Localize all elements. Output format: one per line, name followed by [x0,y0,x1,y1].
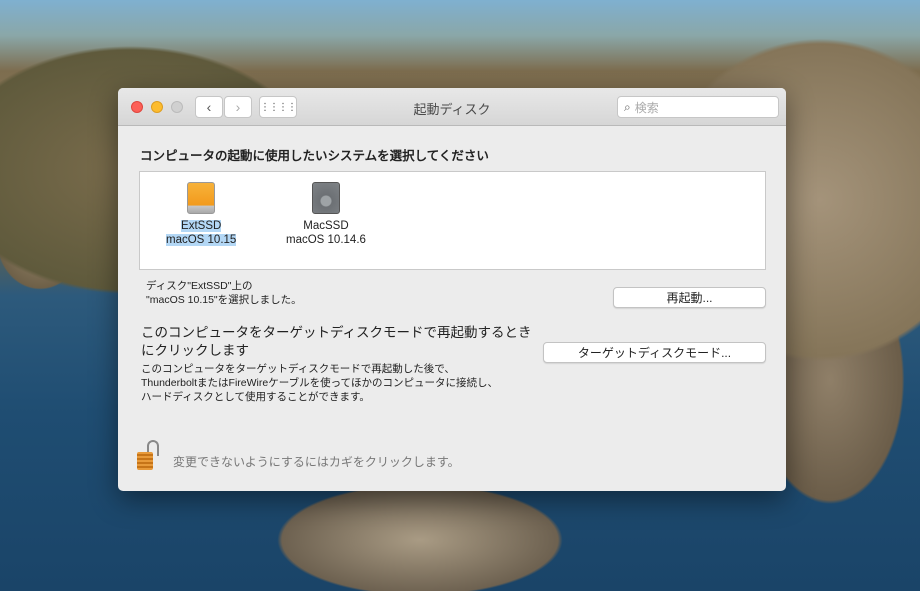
target-mode-title-line: にクリックします [141,343,249,358]
external-drive-icon [187,182,216,214]
status-line: ディスク"ExtSSD"上の [146,280,253,292]
search-placeholder: 検索 [634,100,659,115]
internal-hdd-icon [311,182,340,214]
selection-status: ディスク"ExtSSD"上の "macOS 10.15"を選択しました。 [146,279,302,307]
disk-item-extssd[interactable]: ExtSSD macOS 10.15 [166,182,237,247]
target-mode-title: このコンピュータをターゲットディスクモードで再起動するとき にクリックします [141,324,532,360]
disk-item-macssd[interactable]: MacSSD macOS 10.14.6 [286,182,366,247]
lock-icon[interactable] [137,440,161,470]
target-mode-description: このコンピュータをターゲットディスクモードで再起動した後で、 Thunderbo… [141,362,498,404]
startup-disk-window: ‹ › ⋮⋮⋮⋮ 起動ディスク ⌕ 検索 コンピュータの起動に使用したいシステムを… [118,88,786,491]
status-line: "macOS 10.15"を選択しました。 [146,294,302,306]
disk-name: MacSSD [303,220,349,232]
target-mode-title-line: このコンピュータをターゲットディスクモードで再起動するとき [141,325,532,340]
disk-os: macOS 10.15 [166,234,237,246]
heading: コンピュータの起動に使用したいシステムを選択してください [140,149,489,163]
disk-name: ExtSSD [181,220,222,232]
search-icon: ⌕ [624,99,631,114]
restart-button[interactable]: 再起動... [613,287,766,308]
disk-os: macOS 10.14.6 [286,234,366,246]
target-disk-mode-button[interactable]: ターゲットディスクモード... [543,342,766,363]
desc-line: ハードディスクとして使用することができます。 [141,391,370,403]
disk-list: ExtSSD macOS 10.15 MacSSD macOS 10.14.6 [139,171,766,270]
search-field[interactable]: ⌕ 検索 [617,96,779,118]
desc-line: このコンピュータをターゲットディスクモードで再起動した後で、 [141,363,455,375]
title-bar: ‹ › ⋮⋮⋮⋮ 起動ディスク ⌕ 検索 [118,88,786,126]
desc-line: ThunderboltまたはFireWireケーブルを使ってほかのコンピュータに… [141,377,499,389]
lock-hint: 変更できないようにするにはカギをクリックします。 [173,455,460,469]
